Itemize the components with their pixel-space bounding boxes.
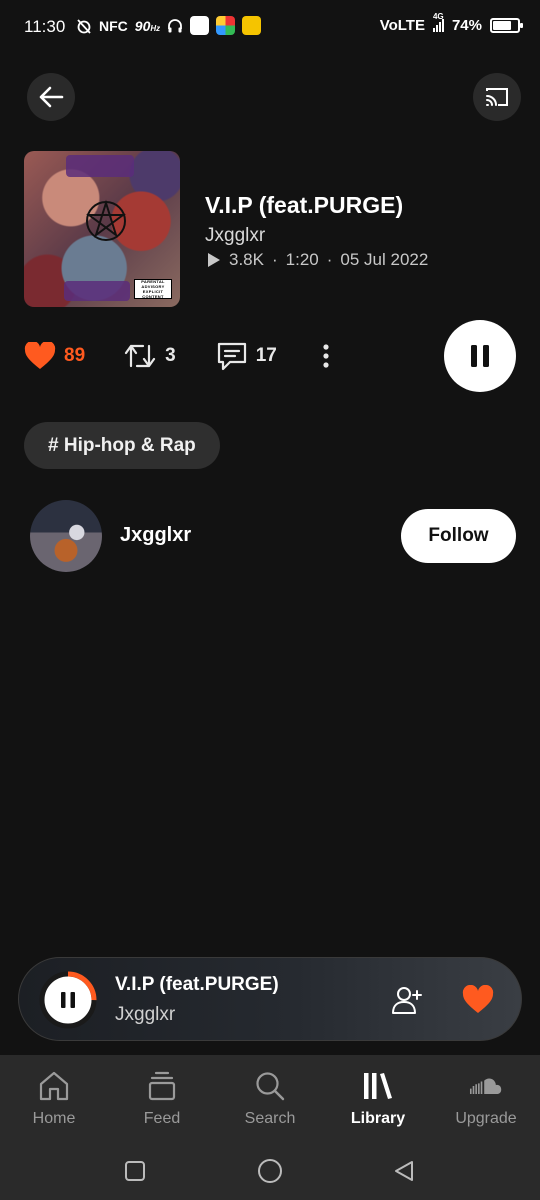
follow-button[interactable]: Follow [401,509,516,563]
repost-icon [125,344,156,368]
comment-icon [217,342,246,371]
headphones-icon [168,18,183,32]
mini-player[interactable]: V.I.P (feat.PURGE) Jxgglxr [18,957,522,1041]
parental-advisory-label: PARENTAL ADVISORY EXPLICIT CONTENT [134,279,172,299]
like-button[interactable]: 89 [24,342,85,370]
home-system-button[interactable] [255,1156,285,1186]
artwork-logo [66,155,134,177]
status-time: 11:30 [24,17,66,36]
app-icon-colorful [216,16,236,35]
nav-item-search[interactable]: Search [216,1055,324,1141]
meta-separator: · [326,250,333,269]
nav-label-search: Search [244,1110,296,1127]
home-icon [37,1070,71,1102]
square-icon [125,1161,145,1181]
arrow-left-icon [39,86,64,108]
heart-icon [24,342,56,369]
artwork-logo-bottom [64,281,130,301]
alarm-off-icon [77,18,91,34]
mini-player-like-icon[interactable] [462,985,494,1015]
play-count-icon [208,253,220,267]
status-bar: 11:30 NFC 90Hz VoLTE 4G 74% [0,0,540,56]
nav-item-home[interactable]: Home [0,1055,108,1141]
nav-item-feed[interactable]: Feed [108,1055,216,1141]
app-icon-white [190,16,210,35]
network-label: VoLTE [379,17,425,34]
track-date: 05 Jul 2022 [340,250,429,269]
comment-count: 17 [255,345,277,366]
system-navigation-bar [0,1141,540,1200]
pentagram-icon [85,199,127,241]
search-icon [253,1070,287,1102]
library-icon [361,1070,395,1102]
back-button[interactable] [27,73,75,121]
track-artist[interactable]: Jxgglxr [205,225,265,247]
nav-label-feed: Feed [143,1110,181,1127]
track-duration: 1:20 [285,250,319,269]
pause-icon [471,345,489,367]
action-row: 89 3 17 [24,338,331,374]
feed-icon [145,1070,179,1102]
cast-button[interactable] [473,73,521,121]
more-options-button[interactable] [321,343,331,369]
meta-separator: · [271,250,278,269]
nav-item-library[interactable]: Library [324,1055,432,1141]
app-icon-yellow [242,16,262,35]
status-right-icons: VoLTE 4G 74% [379,12,523,34]
track-title: V.I.P (feat.PURGE) [205,192,404,218]
track-meta: 3.8K · 1:20 · 05 Jul 2022 [207,250,428,270]
refresh-rate: 90Hz [134,17,161,34]
battery-percent: 74% [451,17,482,34]
cast-icon [486,88,508,106]
like-count: 89 [64,345,86,366]
soundcloud-icon [469,1070,503,1102]
back-system-button[interactable] [389,1156,419,1186]
triangle-back-icon [395,1161,413,1181]
artist-name[interactable]: Jxgglxr [120,524,191,547]
track-artwork[interactable]: PARENTAL ADVISORY EXPLICIT CONTENT [24,151,180,307]
recents-button[interactable] [120,1156,150,1186]
repost-count: 3 [165,345,176,366]
signal-icon: 4G [432,12,444,32]
artist-avatar[interactable] [30,500,102,572]
nav-label-upgrade: Upgrade [455,1110,517,1127]
repost-button[interactable]: 3 [123,342,176,370]
pause-button[interactable] [444,320,516,392]
nav-label-library: Library [350,1110,406,1127]
play-count: 3.8K [229,250,264,269]
circle-icon [258,1159,282,1183]
mini-player-artist: Jxgglxr [115,1004,176,1025]
more-vertical-icon [323,344,329,368]
bottom-navigation: Home Feed Search Library Upgrade [0,1055,540,1141]
mini-player-pause-button[interactable] [39,971,97,1029]
genre-tag[interactable]: # Hip-hop & Rap [24,422,220,469]
battery-icon [490,18,523,33]
comments-button[interactable]: 17 [216,341,277,371]
nav-label-home: Home [32,1110,76,1127]
nav-item-upgrade[interactable]: Upgrade [432,1055,540,1141]
mini-player-title: V.I.P (feat.PURGE) [115,974,279,995]
status-left-icons: NFC 90Hz [76,16,262,35]
nfc-label: NFC [99,17,128,34]
add-user-icon[interactable] [391,985,423,1015]
